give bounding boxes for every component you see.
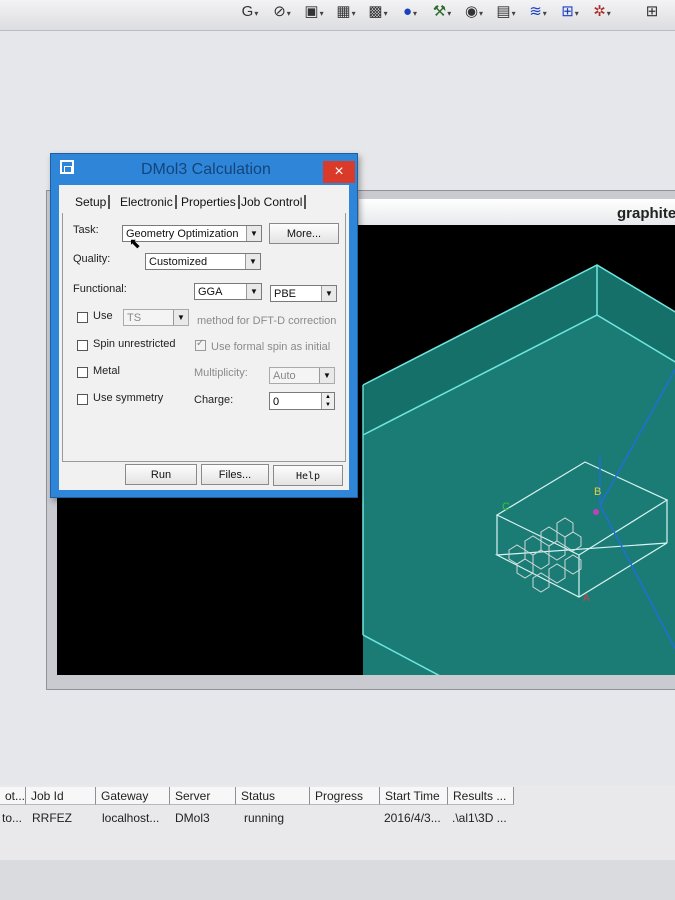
quality-select[interactable]: Customized ▼ — [145, 253, 261, 270]
more-button[interactable]: More... — [269, 223, 339, 244]
chevron-down-icon: ▼ — [245, 254, 260, 269]
scene-icon[interactable]: ▣▾ — [302, 2, 326, 22]
cell-results: .\al1\3D ... — [452, 811, 507, 825]
app-window-icon[interactable] — [60, 160, 74, 174]
document-title: graphite — [617, 205, 675, 222]
tab-properties[interactable]: Properties — [179, 195, 240, 209]
spin-unrestricted-label: Spin unrestricted — [93, 338, 176, 350]
spin-arrows-icon[interactable]: ▲ ▼ — [321, 393, 334, 409]
chevron-down-icon: ▼ — [246, 226, 261, 241]
metal-checkbox[interactable] — [77, 367, 88, 378]
atoms-icon[interactable]: ≋▾ — [526, 2, 550, 22]
grid-icon[interactable]: ▦▾ — [334, 2, 358, 22]
tab-job-control[interactable]: Job Control — [239, 195, 307, 209]
column-header-start-time[interactable]: Start Time — [380, 787, 448, 805]
spin-unrestricted-checkbox[interactable] — [77, 340, 88, 351]
dft-d-method-select[interactable]: TS ▼ — [123, 309, 189, 326]
help-button[interactable]: Help — [273, 465, 343, 486]
files-button[interactable]: Files... — [201, 464, 269, 485]
tools-icon[interactable]: ⚒▾ — [430, 2, 454, 22]
run-button[interactable]: Run — [125, 464, 197, 485]
dft-d-description: method for DFT-D correction — [197, 315, 337, 327]
table-icon[interactable]: ⊞▾ — [558, 2, 582, 22]
column-header-status[interactable]: Status — [236, 787, 310, 805]
cell-start-time: 2016/4/3... — [384, 811, 441, 825]
tab-setup[interactable]: Setup — [73, 195, 111, 209]
document-title-bar: graphite — [359, 199, 675, 226]
chevron-down-icon: ▼ — [246, 284, 261, 299]
dft-d-method-value: TS — [127, 312, 142, 324]
column-header-gateway[interactable]: Gateway — [96, 787, 170, 805]
g-icon[interactable]: G▾ — [238, 2, 262, 22]
use-label: Use — [93, 310, 113, 322]
dialog-title-bar[interactable]: DMol3 Calculation × — [51, 154, 357, 184]
task-label: Task: — [73, 224, 99, 236]
functional-name-select[interactable]: PBE ▼ — [270, 285, 337, 302]
functional-label: Functional: — [73, 283, 127, 295]
grid-toggle-icon[interactable]: ⊞ — [640, 2, 664, 22]
charge-value: 0 — [273, 396, 280, 408]
dialog-body: Setup Electronic Properties Job Control … — [59, 185, 349, 490]
functional-type-value: GGA — [198, 286, 223, 298]
multiplicity-value: Auto — [273, 370, 296, 382]
multiplicity-label: Multiplicity: — [194, 367, 248, 379]
job-table-header: ot... Job Id Gateway Server Status Progr… — [0, 787, 675, 805]
functional-type-select[interactable]: GGA ▼ — [194, 283, 262, 300]
main-toolbar: G▾ ⊘▾ ▣▾ ▦▾ ▩▾ ●▾ ⚒▾ ◉▾ ▤▾ ≋▾ ⊞▾ ✲▾ ⊞ — [0, 0, 675, 31]
axis-label-a: A — [583, 593, 590, 604]
shape-icon[interactable]: ◉▾ — [462, 2, 486, 22]
metal-label: Metal — [93, 365, 120, 377]
orbit-icon[interactable]: ⊘▾ — [270, 2, 294, 22]
use-symmetry-label: Use symmetry — [93, 392, 164, 404]
column-header-job-id[interactable]: Job Id — [26, 787, 96, 805]
multiplicity-select[interactable]: Auto ▼ — [269, 367, 335, 384]
dialog-title: DMol3 Calculation — [141, 161, 271, 178]
cell-gateway: localhost... — [102, 811, 160, 825]
close-button[interactable]: × — [323, 161, 355, 183]
chevron-down-icon: ▼ — [321, 286, 336, 301]
charge-spinbox[interactable]: 0 ▲ ▼ — [269, 392, 335, 410]
cell-project: to... — [2, 811, 23, 825]
use-dft-d-checkbox[interactable] — [77, 312, 88, 323]
task-select-value: Geometry Optimization — [126, 228, 239, 240]
quality-select-value: Customized — [149, 256, 208, 268]
desk-surface — [0, 860, 675, 900]
chevron-down-icon: ▼ — [319, 368, 334, 383]
axis-label-b: B — [594, 486, 601, 498]
cell-job-id: RRFEZ — [32, 811, 72, 825]
column-header-server[interactable]: Server — [170, 787, 236, 805]
task-select[interactable]: Geometry Optimization ▼ — [122, 225, 262, 242]
origin-marker — [593, 509, 599, 515]
use-formal-spin-label: Use formal spin as initial — [211, 341, 331, 353]
axis-label-c: C — [502, 501, 510, 513]
functional-name-value: PBE — [274, 288, 297, 300]
chevron-down-icon: ▼ — [173, 310, 188, 325]
sphere-icon[interactable]: ●▾ — [398, 2, 422, 22]
lattice-icon[interactable]: ▩▾ — [366, 2, 390, 22]
column-header-results[interactable]: Results ... — [448, 787, 514, 805]
tab-electronic[interactable]: Electronic — [118, 195, 177, 209]
charge-label: Charge: — [194, 394, 234, 406]
column-header-progress[interactable]: Progress — [310, 787, 380, 805]
use-formal-spin-checkbox[interactable] — [195, 338, 206, 351]
use-symmetry-checkbox[interactable] — [77, 394, 88, 405]
settings-icon[interactable]: ✲▾ — [590, 2, 614, 22]
column-header-project[interactable]: ot... — [0, 787, 26, 805]
dmol3-calculation-dialog: DMol3 Calculation × Setup Electronic Pro… — [50, 153, 358, 498]
quality-label: Quality: — [73, 253, 111, 265]
cell-server: DMol3 — [175, 811, 210, 825]
mouse-pointer-icon: ⬉ — [129, 235, 141, 251]
chart-icon[interactable]: ▤▾ — [494, 2, 518, 22]
cell-status: running — [244, 811, 285, 825]
